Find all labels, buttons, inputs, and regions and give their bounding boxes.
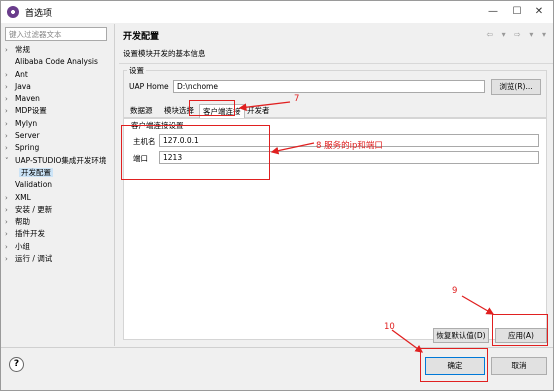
tree-item-alibaba[interactable]: Alibaba Code Analysis [5,56,109,68]
chevron-right-icon[interactable]: › [5,241,15,253]
chevron-right-icon[interactable]: › [5,130,15,142]
divider [119,63,553,64]
chevron-right-icon[interactable]: › [5,192,15,204]
group-label: 设置 [127,65,146,76]
chevron-right-icon[interactable]: › [5,93,15,105]
annotation-label-8: 8 服务的ip和端口 [316,141,383,151]
uap-home-label: UAP Home [129,82,169,91]
title-bar: 首选项 — ☐ ✕ [1,1,553,23]
tree-item-validation[interactable]: Validation [5,179,109,191]
annotation-label-9: 9 [452,286,458,296]
annotation-box-tab [189,100,235,116]
tree-item-uap-studio[interactable]: ˅ UAP-STUDIO集成开发环境 [5,155,109,167]
uap-home-input[interactable]: D:\nchome [173,80,485,93]
tree-item-ant[interactable]: › Ant [5,69,109,81]
annotation-box-apply [492,314,548,346]
page-description: 设置模块开发的基本信息 [123,49,206,58]
chevron-right-icon[interactable]: › [5,44,15,56]
annotation-label-7: 7 [294,94,300,104]
close-icon[interactable]: ✕ [531,4,547,20]
tree-item-dev-config[interactable]: 开发配置 [5,167,109,179]
tree-item-xml[interactable]: › XML [5,192,109,204]
tree-item-team[interactable]: › 小组 [5,241,109,253]
minimize-icon[interactable]: — [485,4,501,20]
chevron-down-icon[interactable]: ˅ [5,155,15,167]
chevron-right-icon[interactable]: › [5,253,15,265]
browse-button[interactable]: 浏览(R)... [491,79,541,95]
tree-item-mdp[interactable]: › MDP设置 [5,105,109,117]
tab-datasource[interactable]: 数据源 [127,104,156,118]
cancel-button[interactable]: 取消 [491,357,547,375]
help-icon[interactable]: ? [9,357,24,372]
tree-item-java[interactable]: › Java [5,81,109,93]
chevron-right-icon[interactable]: › [5,118,15,130]
annotation-box-ok [420,348,488,382]
tree-item-plugin-dev[interactable]: › 插件开发 [5,228,109,240]
restore-defaults-button[interactable]: 恢复默认值(D) [433,328,489,343]
chevron-right-icon[interactable]: › [5,81,15,93]
tree-item-server[interactable]: › Server [5,130,109,142]
tab-developer[interactable]: 开发者 [244,104,273,118]
chevron-right-icon[interactable]: › [5,228,15,240]
tree-item-maven[interactable]: › Maven [5,93,109,105]
preferences-window: 首选项 — ☐ ✕ 键入过滤器文本 › 常规 Alibaba Code Analy… [0,0,554,391]
preferences-tree: › 常规 Alibaba Code Analysis › Ant › Java › Ma… [5,44,109,265]
sash-divider[interactable] [114,24,115,346]
page-title: 开发配置 [123,32,160,42]
chevron-right-icon[interactable]: › [5,69,15,81]
filter-input[interactable]: 键入过滤器文本 [5,27,107,41]
annotation-box-fields [121,125,270,180]
window-title: 首选项 [25,9,53,19]
chevron-right-icon[interactable]: › [5,216,15,228]
tree-item-help[interactable]: › 帮助 [5,216,109,228]
annotation-label-10: 10 [384,322,395,332]
chevron-right-icon[interactable]: › [5,204,15,216]
chevron-right-icon[interactable]: › [5,142,15,154]
settings-panel: 开发配置 ⇦ ▾ ⇨ ▾ ▾ 设置模块开发的基本信息 设置 UAP Home D… [119,24,553,346]
app-icon [7,6,19,18]
tree-item-run-debug[interactable]: › 运行 / 调试 [5,253,109,265]
chevron-right-icon[interactable]: › [5,105,15,117]
maximize-icon[interactable]: ☐ [509,4,525,20]
tree-item-mylyn[interactable]: › Mylyn [5,118,109,130]
nav-arrows-icon[interactable]: ⇦ ▾ ⇨ ▾ ▾ [486,30,549,39]
tree-item-general[interactable]: › 常规 [5,44,109,56]
tree-item-install-update[interactable]: › 安装 / 更新 [5,204,109,216]
tree-item-spring[interactable]: › Spring [5,142,109,154]
